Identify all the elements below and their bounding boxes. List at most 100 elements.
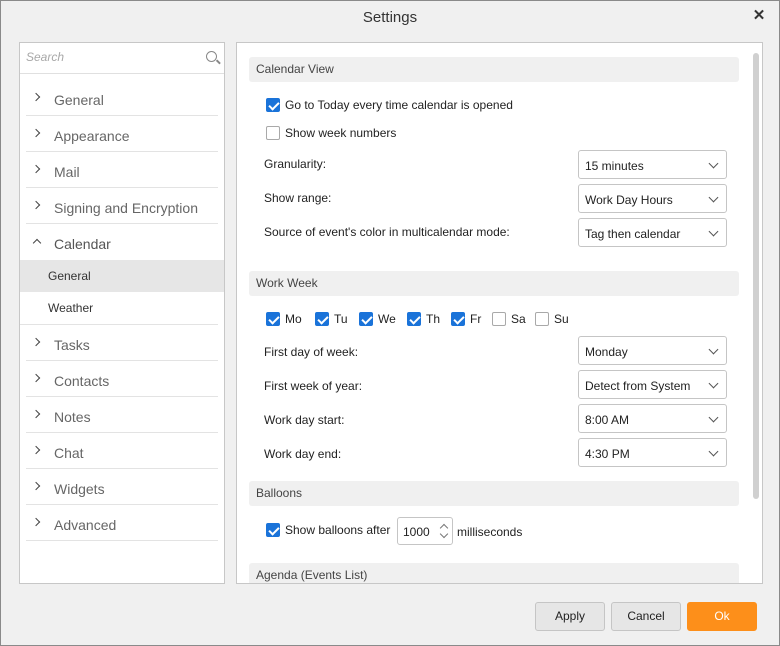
day-checkbox-fr[interactable]: Fr [451, 312, 481, 326]
checkbox-label: Th [426, 312, 441, 326]
checkbox-label: Show balloons after [285, 523, 391, 537]
checkbox-box [266, 98, 280, 112]
chevron-right-icon [33, 373, 41, 385]
work-day-start-select[interactable]: 8:00 AM [578, 404, 727, 433]
source-color-label: Source of event's color in multicalendar… [264, 225, 510, 239]
close-icon[interactable]: ✕ [751, 7, 767, 25]
chevron-right-icon [33, 481, 41, 493]
checkbox-box [266, 312, 280, 326]
chevron-down-icon [708, 446, 719, 457]
granularity-select[interactable]: 15 minutes [578, 150, 727, 179]
chevron-down-icon [708, 344, 719, 355]
day-checkbox-mo[interactable]: Mo [266, 312, 302, 326]
chevron-right-icon [33, 92, 41, 104]
section-header-work-week: Work Week [249, 271, 739, 296]
checkbox-box [266, 523, 280, 537]
day-checkbox-th[interactable]: Th [407, 312, 440, 326]
select-value: Monday [585, 345, 628, 359]
select-value: 8:00 AM [585, 413, 630, 427]
subnav-calendar-weather[interactable]: Weather [20, 292, 224, 324]
checkbox-box [315, 312, 329, 326]
first-day-select[interactable]: Monday [578, 336, 727, 365]
checkbox-box [535, 312, 549, 326]
nav-item-label: Contacts [54, 373, 110, 389]
first-week-label: First week of year: [264, 379, 363, 393]
checkbox-label: Show week numbers [285, 126, 397, 140]
show-range-select[interactable]: Work Day Hours [578, 184, 727, 213]
stepper-value: 1000 [403, 525, 430, 539]
chevron-right-icon [33, 164, 41, 176]
checkbox-label: Go to Today every time calendar is opene… [285, 98, 513, 112]
settings-content: Calendar View Go to Today every time cal… [236, 42, 763, 584]
nav-item-label: Mail [54, 164, 80, 180]
checkbox-box [451, 312, 465, 326]
search-box [20, 43, 224, 74]
checkbox-box [407, 312, 421, 326]
chevron-right-icon [33, 200, 41, 212]
section-header-agenda: Agenda (Events List) [249, 563, 739, 583]
show-balloons-checkbox[interactable]: Show balloons after [266, 523, 390, 537]
select-value: Work Day Hours [585, 193, 673, 207]
granularity-label: Granularity: [264, 157, 327, 171]
nav-item-advanced[interactable]: Advanced [26, 505, 218, 541]
checkbox-box [359, 312, 373, 326]
chevron-down-icon [708, 158, 719, 169]
day-checkbox-tu[interactable]: Tu [315, 312, 348, 326]
select-value: Detect from System [585, 379, 691, 393]
work-day-end-label: Work day end: [264, 447, 342, 461]
chevron-right-icon [33, 517, 41, 529]
ok-button[interactable]: Ok [687, 602, 757, 631]
chevron-down-icon [708, 192, 719, 203]
nav-item-label: Appearance [54, 128, 130, 144]
cancel-button[interactable]: Cancel [611, 602, 681, 631]
chevron-right-icon [33, 337, 41, 349]
milliseconds-label: milliseconds [457, 525, 523, 539]
chevron-up-icon [33, 236, 41, 248]
chevron-right-icon [33, 128, 41, 140]
go-today-checkbox[interactable]: Go to Today every time calendar is opene… [266, 98, 513, 112]
nav-item-label: Chat [54, 445, 84, 461]
day-checkbox-su[interactable]: Su [535, 312, 569, 326]
nav-item-signing-encryption[interactable]: Signing and Encryption [26, 188, 218, 224]
chevron-down-icon[interactable] [439, 529, 449, 539]
scrollbar-thumb[interactable] [753, 53, 759, 499]
nav-item-notes[interactable]: Notes [26, 397, 218, 433]
checkbox-label: Mo [285, 312, 302, 326]
nav-item-label: Notes [54, 409, 91, 425]
day-checkbox-sa[interactable]: Sa [492, 312, 526, 326]
show-range-label: Show range: [264, 191, 332, 205]
chevron-right-icon [33, 445, 41, 457]
section-header-balloons: Balloons [249, 481, 739, 506]
first-week-select[interactable]: Detect from System [578, 370, 727, 399]
nav-item-label: General [54, 92, 104, 108]
search-input[interactable] [26, 43, 196, 71]
chevron-down-icon [708, 412, 719, 423]
chevron-down-icon [708, 226, 719, 237]
apply-button[interactable]: Apply [535, 602, 605, 631]
subnav-calendar-general[interactable]: General [20, 260, 224, 292]
checkbox-label: Sa [511, 312, 526, 326]
nav-item-label: Calendar [54, 236, 111, 252]
nav-item-label: Widgets [54, 481, 105, 497]
settings-nav: General Appearance Mail Signing and Encr… [19, 42, 225, 584]
balloons-delay-stepper[interactable]: 1000 [397, 517, 453, 545]
nav-item-tasks[interactable]: Tasks [26, 325, 218, 361]
nav-item-calendar[interactable]: Calendar [26, 224, 218, 260]
select-value: Tag then calendar [585, 227, 681, 241]
nav-item-mail[interactable]: Mail [26, 152, 218, 188]
checkbox-label: Tu [334, 312, 348, 326]
work-day-end-select[interactable]: 4:30 PM [578, 438, 727, 467]
chevron-down-icon [708, 378, 719, 389]
first-day-label: First day of week: [264, 345, 359, 359]
day-checkbox-we[interactable]: We [359, 312, 396, 326]
nav-item-appearance[interactable]: Appearance [26, 116, 218, 152]
nav-item-chat[interactable]: Chat [26, 433, 218, 469]
nav-item-widgets[interactable]: Widgets [26, 469, 218, 505]
nav-item-general[interactable]: General [26, 80, 218, 116]
nav-item-contacts[interactable]: Contacts [26, 361, 218, 397]
source-color-select[interactable]: Tag then calendar [578, 218, 727, 247]
show-week-numbers-checkbox[interactable]: Show week numbers [266, 126, 396, 140]
settings-window: Settings ✕ General Appearance Mail Signi… [0, 0, 780, 646]
checkbox-label: Fr [470, 312, 482, 326]
search-icon[interactable] [206, 51, 217, 62]
